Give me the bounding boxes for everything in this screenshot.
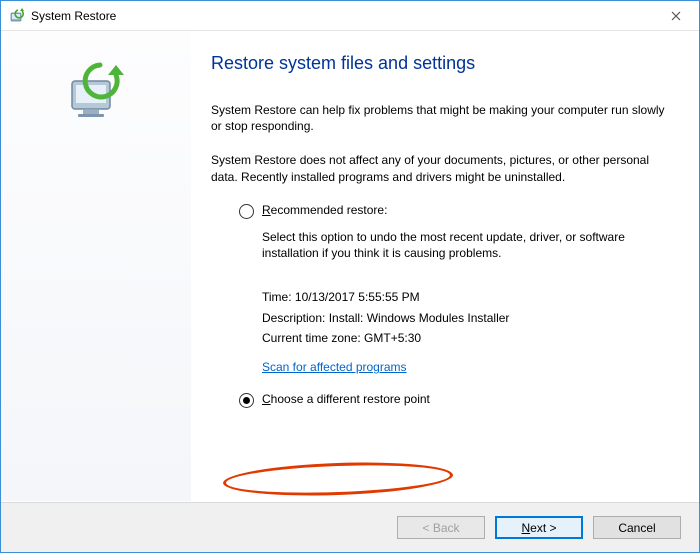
page-heading: Restore system files and settings: [211, 53, 675, 74]
radio-label: Choose a different restore point: [262, 392, 430, 406]
annotation-circle: [223, 459, 454, 499]
radio-indicator: [239, 393, 254, 408]
window-title: System Restore: [31, 9, 653, 23]
radio-choose-different[interactable]: Choose a different restore point: [239, 392, 675, 408]
restore-monitor-icon: [66, 61, 126, 121]
wizard-content: Restore system files and settings System…: [211, 53, 675, 418]
system-restore-icon: [9, 8, 25, 24]
cancel-button[interactable]: Cancel: [593, 516, 681, 539]
radio-indicator: [239, 204, 254, 219]
radio-recommended-restore[interactable]: Recommended restore:: [239, 203, 675, 219]
restore-details: Time: 10/13/2017 5:55:55 PM Description:…: [262, 287, 675, 348]
back-button: < Back: [397, 516, 485, 539]
detail-time: Time: 10/13/2017 5:55:55 PM: [262, 287, 675, 307]
wizard-sidebar: [1, 31, 191, 501]
detail-description: Description: Install: Windows Modules In…: [262, 308, 675, 328]
scan-affected-programs-link[interactable]: Scan for affected programs: [262, 360, 407, 374]
radio-label: Recommended restore:: [262, 203, 387, 217]
recommended-description: Select this option to undo the most rece…: [262, 229, 642, 261]
intro-paragraph-2: System Restore does not affect any of yo…: [211, 152, 675, 184]
close-button[interactable]: [653, 1, 699, 31]
titlebar: System Restore: [1, 1, 699, 31]
detail-timezone: Current time zone: GMT+5:30: [262, 328, 675, 348]
next-button[interactable]: Next >: [495, 516, 583, 539]
wizard-body: Restore system files and settings System…: [1, 31, 699, 501]
wizard-footer: < Back Next > Cancel: [1, 502, 699, 552]
intro-paragraph-1: System Restore can help fix problems tha…: [211, 102, 675, 134]
